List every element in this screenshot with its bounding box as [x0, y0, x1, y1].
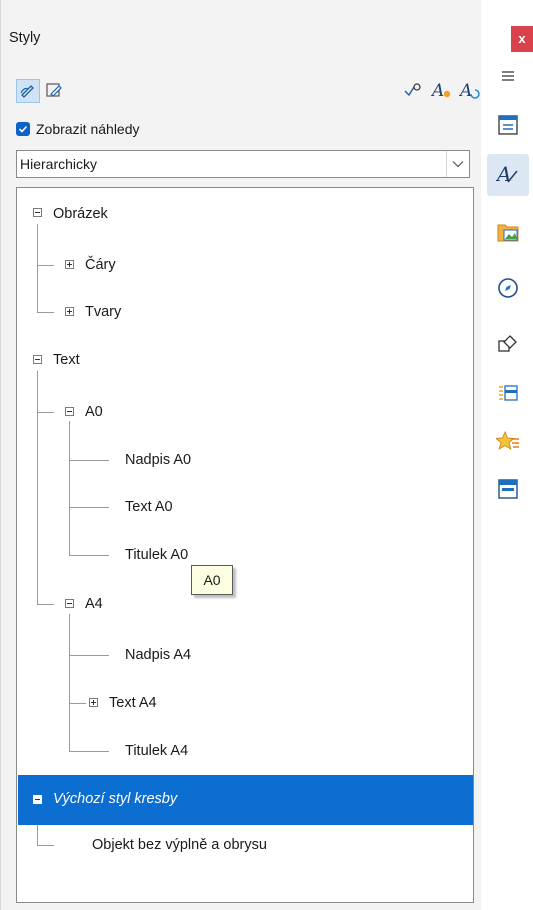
fill-format-mode-button[interactable] [400, 79, 424, 103]
tree-item-a4[interactable]: A4 [85, 596, 103, 612]
collapse-icon[interactable] [33, 355, 42, 364]
panel-title: Styly [9, 30, 41, 46]
tree-line [69, 614, 70, 751]
expand-icon[interactable] [65, 307, 74, 316]
svg-text:A: A [459, 81, 472, 100]
hamburger-menu-icon [501, 68, 515, 84]
tree-line [69, 507, 109, 508]
style-filter-dropdown[interactable]: Hierarchicky [16, 150, 470, 178]
tree-line [37, 265, 54, 266]
paragraph-styles-icon [19, 81, 37, 102]
dropdown-value: Hierarchicky [20, 156, 98, 172]
tree-line [37, 312, 54, 313]
expand-icon[interactable] [89, 698, 98, 707]
tree-line [69, 555, 109, 556]
new-style-from-selection-icon: A [430, 80, 453, 103]
tree-item-a0[interactable]: A0 [85, 404, 103, 420]
title-bar: Styly x [0, 0, 533, 60]
properties-icon [497, 114, 519, 139]
close-button[interactable]: x [511, 26, 533, 52]
svg-text:A: A [431, 81, 444, 100]
tree-line [37, 604, 54, 605]
tree-item-titulek-a0[interactable]: Titulek A0 [125, 547, 188, 563]
tree-line [37, 371, 38, 604]
tree-item-obrazek[interactable]: Obrázek [53, 206, 108, 222]
chevron-down-icon[interactable] [446, 151, 469, 177]
fill-format-mode-icon [402, 81, 422, 102]
sidebar-properties[interactable] [487, 105, 529, 147]
selected-row[interactable]: Výchozí styl kresby [18, 775, 473, 825]
tree-item-default-drawing-style[interactable]: Výchozí styl kresby [53, 791, 177, 807]
tree-item-cary[interactable]: Čáry [85, 257, 116, 273]
new-style-button[interactable]: A [430, 79, 454, 103]
sidebar-gallery[interactable] [487, 212, 529, 254]
tree-item-nadpis-a0[interactable]: Nadpis A0 [125, 452, 191, 468]
styles-icon: A [495, 162, 520, 189]
tree-line [69, 751, 109, 752]
slide-transition-icon [497, 382, 519, 407]
sidebar-animation[interactable] [487, 421, 529, 463]
shapes-icon [497, 333, 519, 358]
tree-item-tvary[interactable]: Tvary [85, 304, 121, 320]
sidebar-slide-transition[interactable] [487, 373, 529, 415]
svg-text:A: A [496, 162, 511, 186]
tree-line [69, 703, 86, 704]
tree-line [69, 460, 109, 461]
gallery-icon [496, 221, 520, 246]
sidebar-master-slides[interactable] [487, 469, 529, 511]
tree-item-object-no-fill[interactable]: Objekt bez výplně a obrysu [92, 837, 267, 853]
sidebar-navigator[interactable] [487, 268, 529, 310]
sidebar-shapes[interactable] [487, 324, 529, 366]
styles-tree[interactable]: Obrázek Čáry Tvary Text A0 Nadpis A0 Tex… [16, 187, 474, 903]
navigator-icon [497, 277, 519, 302]
tree-line [37, 845, 54, 846]
checkbox-checked-icon[interactable] [16, 122, 30, 136]
collapse-icon[interactable] [33, 208, 42, 217]
frame-styles-button[interactable] [42, 79, 66, 103]
tree-line [37, 412, 54, 413]
master-slides-icon [497, 478, 519, 503]
animation-icon [494, 430, 520, 455]
show-previews-checkbox[interactable]: Zobrazit náhledy [16, 118, 140, 140]
expand-icon[interactable] [65, 260, 74, 269]
tree-item-text-a0[interactable]: Text A0 [125, 499, 173, 515]
tree-item-text[interactable]: Text [53, 352, 80, 368]
show-previews-label: Zobrazit náhledy [36, 121, 140, 137]
collapse-icon[interactable] [33, 795, 42, 804]
tree-item-titulek-a4[interactable]: Titulek A4 [125, 743, 188, 759]
tree-item-nadpis-a4[interactable]: Nadpis A4 [125, 647, 191, 663]
frame-styles-icon [45, 81, 63, 102]
tree-line [37, 825, 38, 845]
tree-line [37, 224, 38, 313]
tree-line [69, 421, 70, 555]
collapse-icon[interactable] [65, 599, 74, 608]
sidebar-styles[interactable]: A [487, 154, 529, 196]
sidebar-menu-button[interactable] [487, 62, 529, 90]
tree-line [69, 655, 109, 656]
tooltip: A0 [191, 565, 233, 595]
update-style-button[interactable]: A [458, 79, 482, 103]
update-style-icon: A [458, 80, 481, 103]
tree-item-text-a4[interactable]: Text A4 [109, 695, 157, 711]
collapse-icon[interactable] [65, 407, 74, 416]
paragraph-styles-button[interactable] [16, 79, 40, 103]
